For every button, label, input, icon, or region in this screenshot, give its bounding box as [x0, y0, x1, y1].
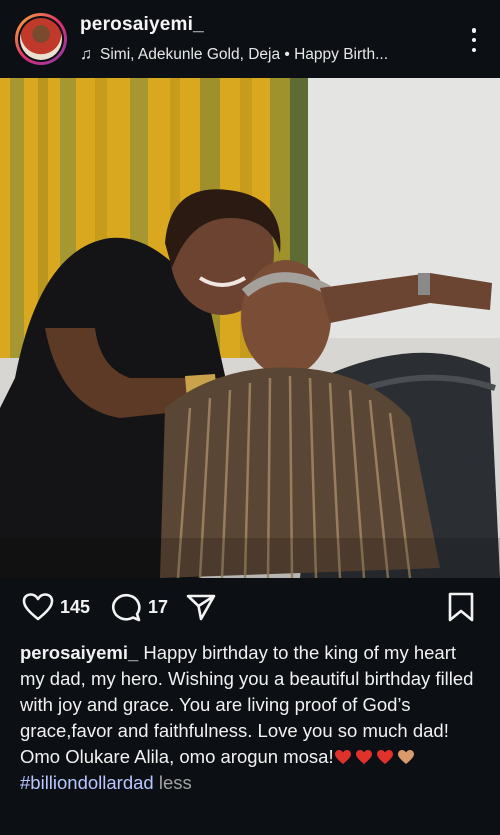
avatar-image [20, 18, 62, 60]
profile-avatar[interactable] [15, 13, 67, 65]
brown-heart-icon [397, 750, 414, 764]
comment-button[interactable]: 17 [110, 592, 168, 622]
more-vertical-icon[interactable] [470, 28, 478, 52]
music-note-icon: ♫ [80, 46, 92, 63]
username-link[interactable]: perosaiyemi_ [80, 14, 204, 36]
post-caption: perosaiyemi_ Happy birthday to the king … [20, 640, 480, 796]
music-title: Simi, Adekunle Gold, Deja • Happy Birth.… [100, 46, 389, 63]
red-heart-icon [376, 750, 393, 764]
like-button[interactable]: 145 [22, 592, 90, 622]
caption-hearts [334, 746, 418, 767]
photo-illustration [0, 78, 500, 578]
post-header: perosaiyemi_ ♫ Simi, Adekunle Gold, Deja … [0, 0, 500, 78]
avatar-ring-inner [18, 16, 64, 62]
red-heart-icon [355, 750, 372, 764]
comment-count[interactable]: 17 [148, 597, 168, 618]
caption-username[interactable]: perosaiyemi_ [20, 642, 138, 663]
bookmark-icon [448, 592, 474, 622]
action-bar: 145 17 [0, 578, 500, 638]
less-link[interactable]: less [159, 772, 192, 793]
share-icon [186, 594, 216, 621]
save-button[interactable] [447, 592, 475, 622]
music-label[interactable]: ♫ Simi, Adekunle Gold, Deja • Happy Birth… [80, 46, 388, 64]
heart-icon [22, 593, 54, 621]
hashtag-link[interactable]: #billiondollardad [20, 772, 154, 793]
comment-icon [112, 593, 141, 622]
post-photo[interactable] [0, 78, 500, 578]
share-button[interactable] [186, 593, 216, 621]
like-count[interactable]: 145 [60, 597, 90, 618]
red-heart-icon [334, 750, 351, 764]
